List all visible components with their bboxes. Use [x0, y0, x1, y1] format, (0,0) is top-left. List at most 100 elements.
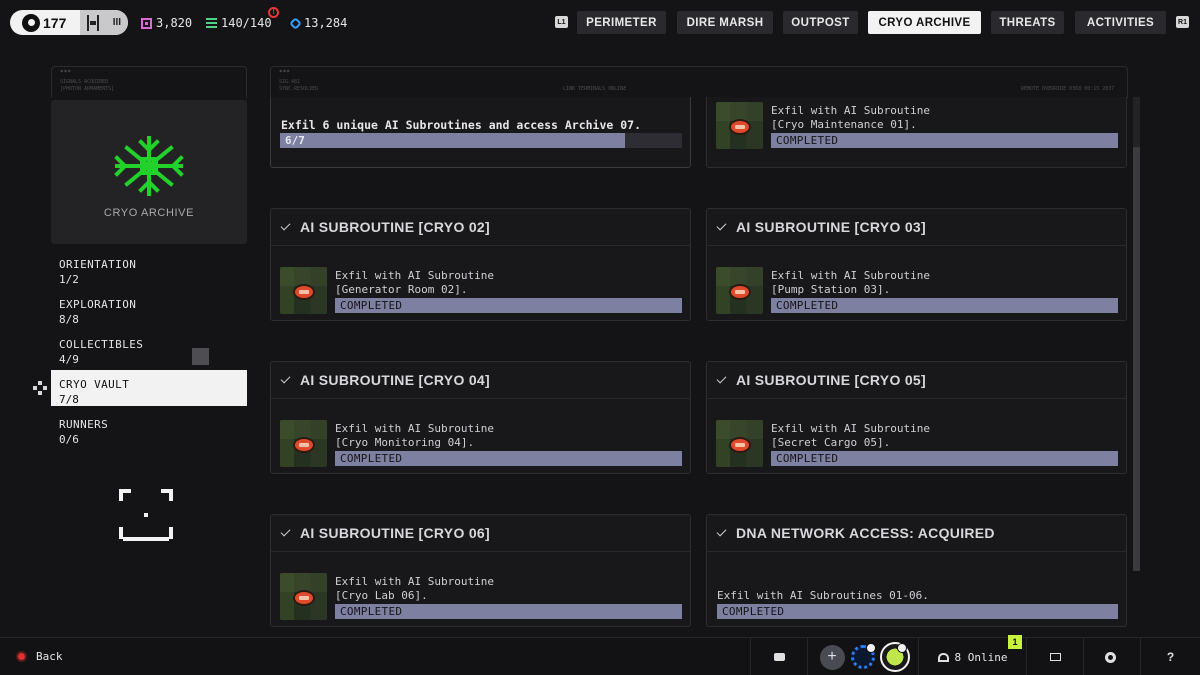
status-label: COMPLETED — [340, 605, 403, 618]
circle-button-icon — [16, 651, 27, 662]
settings-button[interactable] — [1084, 638, 1136, 675]
ai-subroutine-thumbnail — [280, 573, 327, 620]
frame-dots: *** — [60, 69, 71, 76]
objective-card-cryo-01[interactable]: Exfil with AI Subroutine [Cryo Maintenan… — [706, 97, 1127, 168]
card-title: AI SUBROUTINE [CRYO 03] — [736, 219, 926, 235]
objective-card-dna-network[interactable]: DNA NETWORK ACCESS: ACQUIRED Exfil with … — [706, 514, 1127, 627]
sidebar-item-label: COLLECTIBLES — [59, 338, 144, 351]
sidebar-item-label: RUNNERS — [59, 418, 109, 431]
bottom-bar: Back + 8 Online 1 ? — [0, 635, 1200, 675]
objective-progress-bar: 6/7 — [280, 133, 682, 148]
status-bar: COMPLETED — [335, 604, 682, 619]
ai-chip-icon — [293, 590, 315, 606]
status-bar: COMPLETED — [717, 604, 1118, 619]
divider — [807, 638, 808, 675]
emblem-label: CRYO ARCHIVE — [103, 207, 195, 219]
ai-subroutine-thumbnail — [716, 420, 763, 467]
help-button[interactable]: ? — [1141, 638, 1200, 675]
check-icon — [716, 373, 727, 384]
player-level: 177 — [43, 14, 67, 31]
sidebar-item-label: EXPLORATION — [59, 298, 137, 311]
frame-caption: REMOTE OVERRIDE 0368 00:15 2037 — [1021, 86, 1115, 92]
objective-card-cryo-06[interactable]: AI SUBROUTINE [CRYO 06] Exfil with AI Su… — [270, 514, 691, 627]
storage-icon — [206, 17, 217, 29]
tab-activities[interactable]: ACTIVITIES — [1075, 11, 1166, 34]
sidebar-item-count: 4/9 — [59, 353, 79, 366]
player-level-badge[interactable]: 177 III — [10, 10, 128, 35]
ai-chip-icon — [729, 284, 751, 300]
scrollbar-thumb[interactable] — [1133, 147, 1140, 571]
objective-card-cryo-04[interactable]: AI SUBROUTINE [CRYO 04] Exfil with AI Su… — [270, 361, 691, 474]
card-title: AI SUBROUTINE [CRYO 02] — [300, 219, 490, 235]
sidebar-item-runners[interactable]: RUNNERS 0/6 — [51, 413, 247, 449]
cryo-vault-objectives[interactable]: Exfil 6 unique AI Subroutines and access… — [270, 97, 1128, 631]
card-title: DNA NETWORK ACCESS: ACQUIRED — [736, 525, 995, 541]
sidebar-item-cryo-vault[interactable]: CRYO VAULT 7/8 — [51, 370, 247, 406]
card-title: AI SUBROUTINE [CRYO 05] — [736, 372, 926, 388]
tab-perimeter[interactable]: PERIMETER — [577, 11, 666, 34]
add-friend-button[interactable]: + — [818, 638, 846, 675]
check-icon — [280, 526, 291, 537]
sidebar-item-count: 0/6 — [59, 433, 79, 446]
ai-chip-icon — [729, 119, 751, 135]
tab-threats[interactable]: THREATS — [991, 11, 1064, 34]
stat-storage-value: 140/140 — [221, 16, 272, 30]
party-member-avatar[interactable] — [849, 638, 877, 675]
check-icon — [716, 220, 727, 231]
status-bar: COMPLETED — [771, 451, 1118, 466]
objective-progress-fill — [280, 133, 625, 148]
content-scrollbar[interactable] — [1133, 97, 1140, 571]
sidebar-item-label: CRYO VAULT — [59, 378, 130, 391]
divider — [707, 551, 1126, 552]
main-frame: *** SIG.481 SYNC.RESOLVED LINK TERMINALS… — [270, 66, 1128, 98]
objective-card-archive-07[interactable]: Exfil 6 unique AI Subroutines and access… — [270, 97, 691, 168]
status-label: COMPLETED — [340, 452, 403, 465]
frame-caption: SIGNALS ACQUIRED — [60, 79, 109, 85]
objective-text: Exfil with AI Subroutine [Generator Room… — [335, 269, 494, 296]
face-scan-icon — [119, 489, 173, 541]
sidebar-item-collectibles[interactable]: COLLECTIBLES 4/9 — [51, 333, 247, 369]
card-header: AI SUBROUTINE [CRYO 04] — [280, 372, 490, 388]
ai-subroutine-thumbnail — [280, 267, 327, 314]
objective-text: Exfil with AI Subroutine [Cryo Monitorin… — [335, 422, 494, 449]
sidebar-item-exploration[interactable]: EXPLORATION 8/8 — [51, 293, 247, 329]
status-label: COMPLETED — [776, 134, 839, 147]
tab-dire-marsh[interactable]: DIRE MARSH — [677, 11, 773, 34]
objective-text: Exfil with AI Subroutine [Cryo Lab 06]. — [335, 575, 494, 602]
card-header: AI SUBROUTINE [CRYO 02] — [280, 219, 490, 235]
sidebar-item-count: 8/8 — [59, 313, 79, 326]
objective-card-cryo-05[interactable]: AI SUBROUTINE [CRYO 05] Exfil with AI Su… — [706, 361, 1127, 474]
sidebar-item-orientation[interactable]: ORIENTATION 1/2 — [51, 253, 247, 289]
objective-progress-label: 6/7 — [285, 134, 305, 147]
objective-text: Exfil with AI Subroutine [Cryo Maintenan… — [771, 104, 930, 131]
rank-badge: III — [80, 10, 128, 35]
rank-icon — [86, 14, 99, 31]
mail-button[interactable] — [1027, 638, 1083, 675]
back-button[interactable]: Back — [16, 650, 63, 663]
divider — [707, 398, 1126, 399]
status-label: COMPLETED — [722, 605, 785, 618]
status-bar: COMPLETED — [335, 298, 682, 313]
gear-icon — [1104, 651, 1116, 663]
alert-icon[interactable]: ! — [268, 7, 279, 18]
mail-icon — [1049, 653, 1061, 661]
objective-card-cryo-02[interactable]: AI SUBROUTINE [CRYO 02] Exfil with AI Su… — [270, 208, 691, 321]
stat-credits-value: 3,820 — [156, 16, 193, 30]
objective-text: Exfil with AI Subroutines 01-06. — [717, 589, 929, 602]
dpad-icon — [33, 381, 47, 395]
player-avatar[interactable] — [878, 638, 912, 675]
plus-icon: + — [819, 644, 845, 670]
sidebar-item-count: 7/8 — [59, 393, 79, 406]
chat-button[interactable] — [751, 638, 807, 675]
objective-card-cryo-03[interactable]: AI SUBROUTINE [CRYO 03] Exfil with AI Su… — [706, 208, 1127, 321]
tab-cryo-archive[interactable]: CRYO ARCHIVE — [868, 11, 981, 34]
stat-data: 13,284 — [289, 16, 347, 30]
cred-icon — [141, 17, 152, 29]
ai-subroutine-thumbnail — [716, 102, 763, 149]
card-header: AI SUBROUTINE [CRYO 06] — [280, 525, 490, 541]
back-label: Back — [36, 650, 63, 663]
data-icon — [289, 16, 302, 30]
tab-outpost[interactable]: OUTPOST — [783, 11, 858, 34]
frame-caption: LINK TERMINALS ONLINE — [563, 86, 627, 92]
objective-text: Exfil 6 unique AI Subroutines and access… — [281, 118, 642, 132]
